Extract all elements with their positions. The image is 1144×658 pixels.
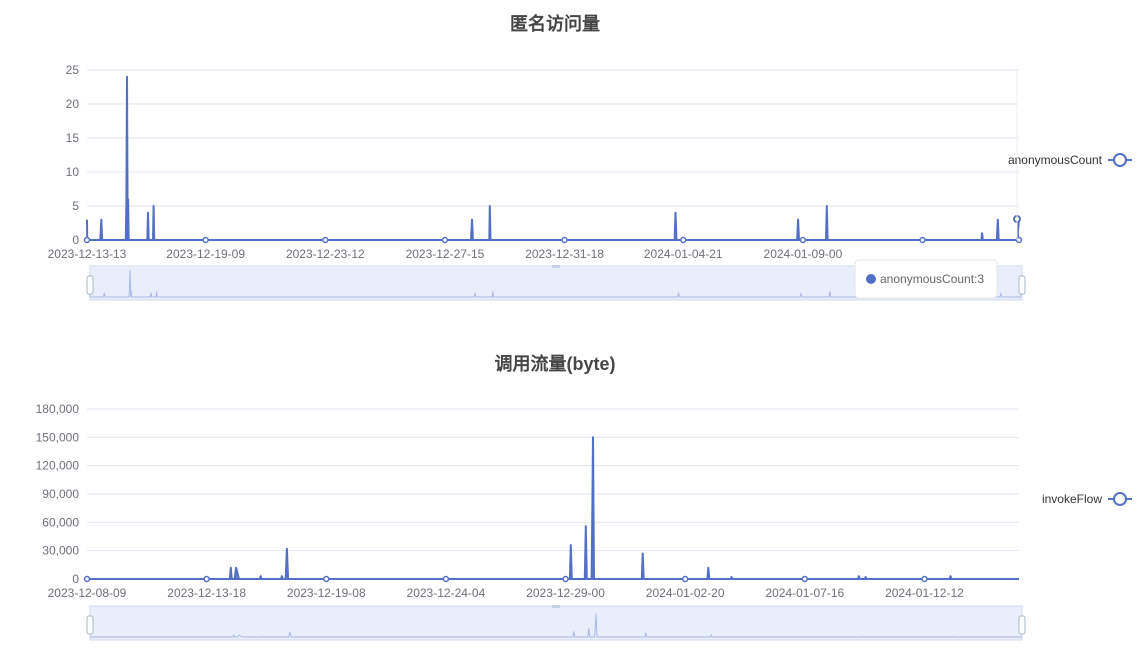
- y-tick-label: 120,000: [36, 459, 80, 473]
- data-point[interactable]: [799, 236, 807, 244]
- data-point[interactable]: [921, 575, 928, 583]
- zoom-handle-left[interactable]: [86, 615, 94, 635]
- legend-circle-icon: [1113, 492, 1127, 506]
- x-tick-label: 2023-12-27-15: [406, 247, 485, 261]
- data-point[interactable]: [919, 236, 926, 244]
- y-tick-label: 0: [72, 233, 79, 247]
- zoom-handle-right[interactable]: [1018, 275, 1026, 295]
- y-tick-label: 0: [72, 572, 79, 586]
- data-point[interactable]: [83, 575, 91, 583]
- x-tick-label: 2024-01-04-21: [644, 247, 723, 261]
- legend-label: anonymousCount: [1008, 153, 1103, 167]
- zoom-grip[interactable]: [552, 265, 560, 268]
- data-point[interactable]: [202, 236, 209, 244]
- series-area: [87, 76, 1019, 240]
- data-point[interactable]: [679, 236, 687, 244]
- y-tick-label: 10: [66, 165, 80, 179]
- series-area: [87, 437, 1019, 579]
- series-line: [87, 436, 1019, 580]
- data-point[interactable]: [441, 236, 449, 244]
- chart-1: 匿名访问量 0 5 10 15 20 25 2023-12-13-13 2023-12-19-0…: [48, 13, 1132, 301]
- x-tick-label: 2023-12-23-12: [286, 247, 365, 261]
- zoom-track[interactable]: [89, 605, 1023, 641]
- x-tick-label: 2024-01-02-20: [646, 586, 725, 600]
- chart-title: 匿名访问量: [510, 13, 600, 34]
- tooltip: anonymousCount:3: [854, 259, 998, 299]
- chart-title: 调用流量(byte): [495, 353, 616, 374]
- y-tick-label: 20: [66, 97, 80, 111]
- tooltip-text: anonymousCount:3: [880, 272, 984, 286]
- x-tick-label: 2023-12-08-09: [48, 586, 127, 600]
- y-tick-label: 180,000: [36, 402, 80, 416]
- x-tick-label: 2023-12-24-04: [407, 586, 486, 600]
- dashboard: 匿名访问量 0 5 10 15 20 25 2023-12-13-13 2023-12-19-0…: [0, 0, 1144, 658]
- tooltip-marker-icon: [866, 274, 876, 284]
- data-point[interactable]: [322, 236, 329, 244]
- legend-circle-icon: [1113, 153, 1127, 167]
- data-point[interactable]: [801, 575, 809, 583]
- y-tick-label: 25: [66, 63, 80, 77]
- x-tick-label: 2024-01-07-16: [765, 586, 844, 600]
- x-tick-label: 2023-12-13-13: [48, 247, 127, 261]
- x-tick-label: 2024-01-09-00: [764, 247, 843, 261]
- chart-2: 调用流量(byte) 0 30,000 60,000 90,000 120,000 150,…: [36, 353, 1132, 641]
- data-point[interactable]: [203, 575, 210, 583]
- data-point[interactable]: [442, 575, 450, 583]
- data-point[interactable]: [562, 575, 569, 583]
- zoom-handle-right[interactable]: [1018, 615, 1026, 635]
- x-tick-label: 2024-01-12-12: [885, 586, 964, 600]
- x-tick-label: 2023-12-19-08: [287, 586, 366, 600]
- x-tick-label: 2023-12-19-09: [166, 247, 245, 261]
- y-tick-label: 15: [66, 131, 80, 145]
- x-tick-label: 2023-12-13-18: [167, 586, 246, 600]
- y-tick-label: 5: [72, 199, 79, 213]
- x-tick-label: 2023-12-31-18: [525, 247, 604, 261]
- x-tick-label: 2023-12-29-00: [526, 586, 605, 600]
- data-point[interactable]: [323, 575, 330, 583]
- zoom-handle-left[interactable]: [86, 275, 94, 295]
- y-tick-label: 60,000: [42, 515, 79, 529]
- y-tick-label: 90,000: [42, 487, 79, 501]
- y-tick-label: 30,000: [42, 544, 79, 558]
- data-point[interactable]: [561, 236, 568, 244]
- series-line: [86, 75, 1020, 241]
- y-tick-label: 150,000: [36, 430, 80, 444]
- legend-label: invokeFlow: [1042, 492, 1102, 506]
- legend-item[interactable]: invokeFlow: [1042, 492, 1132, 506]
- zoom-grip[interactable]: [552, 605, 560, 608]
- data-point[interactable]: [83, 236, 91, 244]
- data-point[interactable]: [681, 575, 689, 583]
- data-zoom-slider[interactable]: [86, 605, 1026, 641]
- legend-item[interactable]: anonymousCount: [1008, 153, 1132, 167]
- charts-canvas: 匿名访问量 0 5 10 15 20 25 2023-12-13-13 2023-12-19-0…: [36, 13, 1132, 641]
